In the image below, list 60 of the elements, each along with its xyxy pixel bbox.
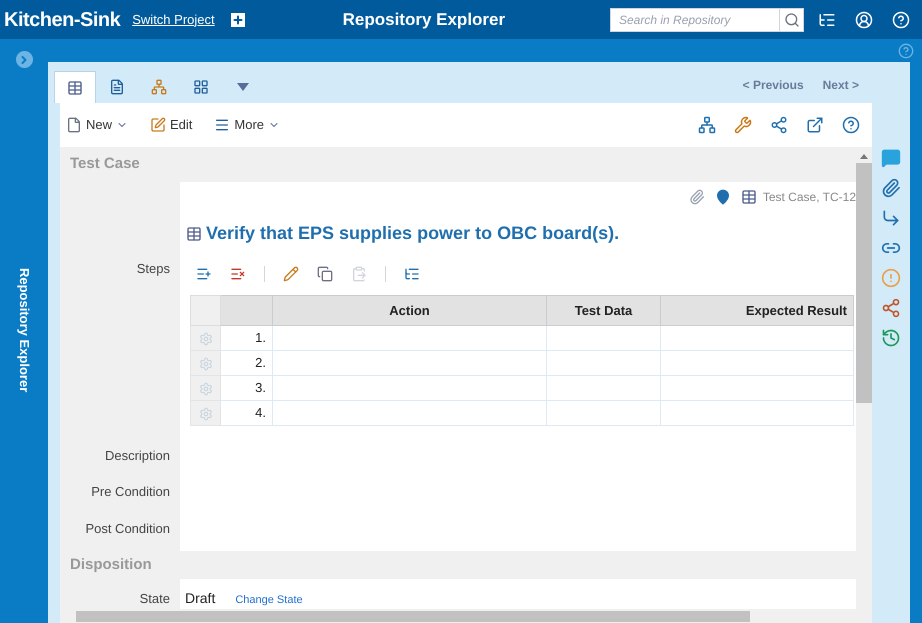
menu-icon <box>214 117 230 133</box>
table-icon <box>67 80 83 96</box>
step-number: 2. <box>255 355 266 370</box>
section-heading: Disposition <box>69 554 153 575</box>
paperclip-icon[interactable] <box>881 178 901 198</box>
step-number: 3. <box>255 380 266 396</box>
new-button[interactable]: New <box>66 115 128 135</box>
column-header: Expected Result <box>746 302 847 318</box>
external-link-icon[interactable] <box>806 116 824 134</box>
help-icon[interactable] <box>842 116 860 134</box>
scroll-up-arrow-icon[interactable] <box>860 154 868 159</box>
dropdown-triangle-icon <box>237 83 249 91</box>
plus-icon <box>232 14 244 26</box>
field-label: Steps <box>136 261 170 276</box>
edit-button[interactable]: Edit <box>150 115 192 135</box>
field-label: Post Condition <box>85 520 170 536</box>
paperclip-icon[interactable] <box>688 189 705 205</box>
tools-icon[interactable] <box>734 116 752 134</box>
state-value: Draft <box>185 588 216 608</box>
table-icon <box>186 226 202 242</box>
project-name: Kitchen-Sink <box>4 8 120 32</box>
document-icon <box>109 79 125 95</box>
section-heading: Test Case <box>69 154 141 174</box>
page-title: Repository Explorer <box>342 8 506 31</box>
arrow-icon[interactable] <box>881 208 901 228</box>
list-icon[interactable] <box>404 266 420 282</box>
edit-icon <box>150 117 166 133</box>
user-icon[interactable] <box>855 10 873 28</box>
tree-icon <box>151 79 167 95</box>
column-header: Test Data <box>574 302 632 318</box>
side-rail-label[interactable]: Repository Explorer <box>14 268 34 392</box>
history-icon[interactable] <box>881 328 901 348</box>
field-label: State <box>140 590 170 606</box>
search-icon <box>784 12 800 28</box>
item-title: Verify that EPS supplies power to OBC board(s). <box>206 222 620 245</box>
column-header: Action <box>389 302 430 318</box>
table-icon <box>740 189 757 205</box>
add-button[interactable] <box>230 12 245 26</box>
comment-icon[interactable] <box>881 148 901 168</box>
grid-icon <box>193 79 209 95</box>
view-tab[interactable] <box>54 71 96 103</box>
horizontal-scrollbar[interactable] <box>60 609 872 623</box>
location-pin-icon[interactable] <box>714 189 731 205</box>
change-state-link[interactable]: Change State <box>235 592 303 608</box>
insert-row-icon[interactable] <box>196 266 212 282</box>
edit-icon[interactable] <box>283 266 299 282</box>
delete-row-icon[interactable] <box>230 266 246 282</box>
step-number: 1. <box>255 330 266 346</box>
search-field[interactable]: Search in Repository <box>610 8 780 32</box>
file-icon <box>66 117 82 133</box>
more-button[interactable]: More <box>214 115 280 135</box>
field-label: Description <box>104 448 170 463</box>
share-icon[interactable] <box>770 116 788 134</box>
network-icon[interactable] <box>698 116 716 134</box>
search-button[interactable] <box>780 8 804 32</box>
switch-project-link[interactable]: Switch Project <box>132 10 215 30</box>
item-type-id: Test Case, TC-12 <box>762 189 856 206</box>
field-label: Pre Condition <box>91 484 170 500</box>
step-number: 4. <box>255 405 266 420</box>
copy-icon[interactable] <box>317 266 333 282</box>
